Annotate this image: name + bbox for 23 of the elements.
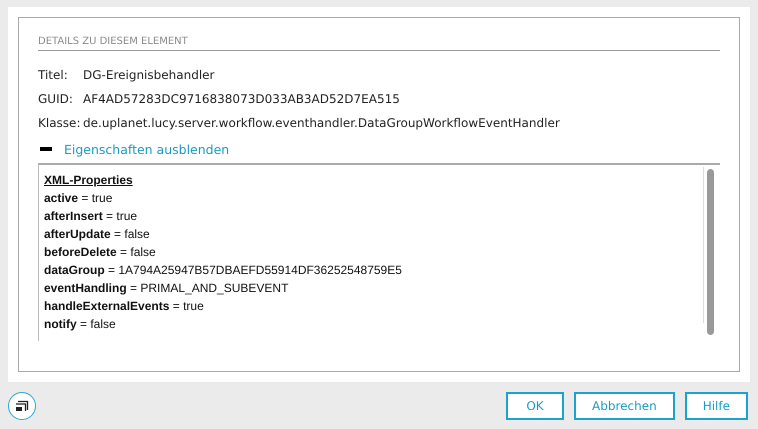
property-line: handleExternalEvents = true (44, 298, 205, 315)
properties-heading: XML-Properties (44, 172, 134, 189)
field-value: AF4AD57283DC9716838073D033AB3AD52D7EA515 (83, 92, 400, 106)
window-icon-button[interactable] (8, 392, 36, 420)
property-line: active = true (44, 190, 114, 207)
toggle-link[interactable]: Eigenschaften ausblenden (64, 142, 230, 156)
dialog-button[interactable]: Abbrechen (574, 392, 675, 420)
field-label: GUID: (38, 92, 74, 106)
windows-icon (15, 400, 29, 412)
field-label: Titel: (38, 68, 69, 82)
field-label: Klasse: (38, 116, 82, 130)
property-line: afterUpdate = false (44, 226, 151, 243)
field-value: DG-Ereignisbehandler (83, 68, 214, 82)
dialog-button[interactable]: OK (506, 392, 564, 420)
dialog-button[interactable]: Hilfe (684, 392, 748, 420)
property-line: beforeDelete = false (44, 244, 157, 261)
section-heading: DETAILS ZU DIESEM ELEMENT (38, 36, 720, 51)
property-line: afterInsert = true (44, 208, 138, 225)
field-value: de.uplanet.lucy.server.workflow.eventhandler.DataGroupWorkflowEventHandler (83, 116, 560, 130)
property-line: eventHandling = PRIMAL_AND_SUBEVENT (44, 280, 290, 297)
property-line: notify = false (44, 316, 117, 333)
scrollbar-thumb[interactable] (706, 169, 714, 335)
property-line: dataGroup = 1A794A25947B57DBAEFD55914DF36252548759E5 (44, 262, 403, 279)
